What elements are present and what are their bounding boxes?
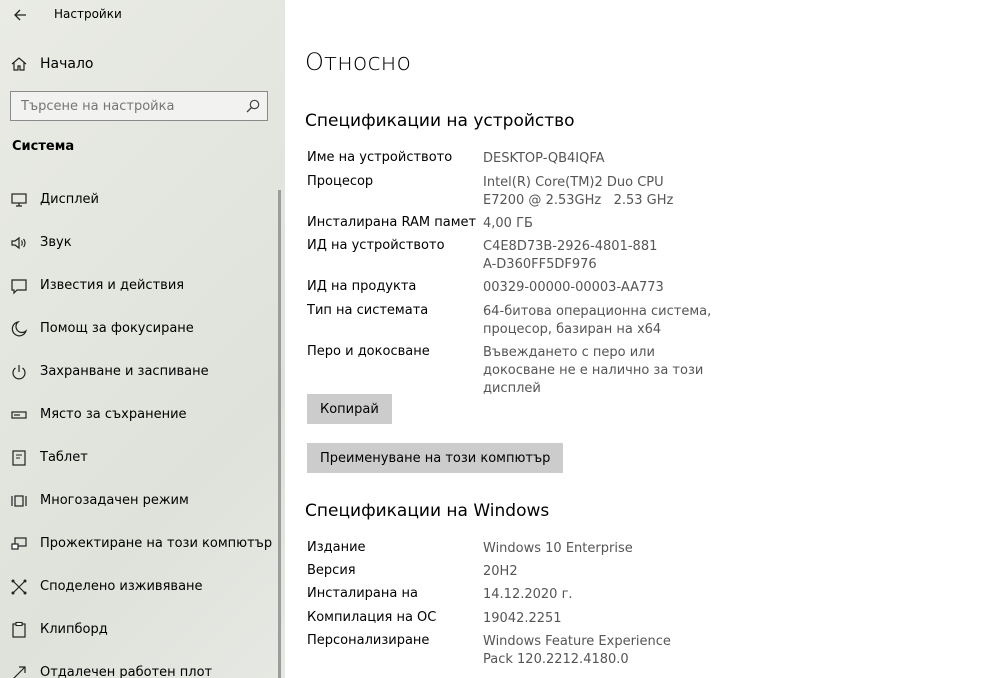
sidebar-item-label: Звук — [40, 235, 72, 250]
sidebar-item-label: Помощ за фокусиране — [40, 321, 194, 336]
spec-value: 14.12.2020 г. — [483, 587, 573, 602]
spec-value: 19042.2251 — [483, 611, 562, 626]
spec-value: Въвеждането с перо или докосване не е на… — [483, 345, 704, 396]
sidebar-item-label: Споделено изживяване — [40, 579, 203, 594]
sidebar-item-label: Клипборд — [40, 622, 108, 637]
sidebar-item-label: Известия и действия — [40, 278, 185, 293]
spec-value: Windows 10 Enterprise — [483, 541, 633, 556]
sidebar-item-label: Таблет — [40, 450, 88, 465]
sidebar-item-display[interactable]: Дисплей — [0, 178, 285, 221]
sidebar-item-label: Отдалечен работен плот — [40, 665, 213, 678]
spec-label: Перо и докосване — [307, 344, 430, 359]
sidebar-item-remote-desktop[interactable]: Отдалечен работен плот — [0, 651, 285, 678]
home-icon — [10, 55, 28, 73]
sidebar-item-shared-experiences[interactable]: Споделено изживяване — [0, 565, 285, 608]
sidebar-item-label: Многозадачен режим — [40, 493, 189, 508]
power-icon — [10, 363, 28, 381]
spec-value: C4E8D73B-2926-4801-881A-D360FF5DF976 — [483, 239, 658, 272]
spec-label: Процесор — [307, 174, 374, 189]
sidebar-scrollbar[interactable] — [278, 190, 281, 678]
moon-icon — [10, 320, 28, 338]
device-specs-heading: Спецификации на устройство — [305, 111, 575, 131]
notification-icon — [10, 277, 28, 295]
spec-label: Персонализиране — [307, 633, 430, 648]
spec-label: Инсталирана RAM памет — [307, 215, 477, 230]
tablet-icon — [10, 449, 28, 467]
sidebar-nav: Дисплей Звук Известия и действия Помощ з… — [0, 178, 285, 678]
spec-label: Версия — [307, 563, 356, 578]
spec-label: Издание — [307, 540, 366, 555]
storage-icon — [10, 406, 28, 424]
spec-value: 4,00 ГБ — [483, 216, 533, 231]
multitasking-icon — [10, 492, 28, 510]
spec-value: Intel(R) Core(TM)2 Duo CPU E7200 @ 2.53G… — [483, 175, 685, 208]
main-content: Относно Спецификации на устройство Име н… — [285, 0, 1000, 678]
app-title: Настройки — [54, 7, 122, 21]
spec-label: ИД на продукта — [307, 279, 417, 294]
spec-label: Име на устройството — [307, 150, 453, 165]
copy-button[interactable]: Копирай — [307, 394, 392, 424]
sidebar-item-label: Захранване и заспиване — [40, 364, 209, 379]
speaker-icon — [10, 234, 28, 252]
spec-value: Windows Feature Experience Pack 120.2212… — [483, 634, 671, 667]
sidebar-item-storage[interactable]: Място за съхранение — [0, 393, 285, 436]
sidebar-item-projecting[interactable]: Прожектиране на този компютър — [0, 522, 285, 565]
sidebar-item-label: Дисплей — [40, 192, 100, 207]
windows-specs-heading: Спецификации на Windows — [305, 501, 550, 521]
remote-desktop-icon — [10, 664, 28, 678]
spec-value: 20H2 — [483, 564, 518, 579]
sidebar-item-tablet[interactable]: Таблет — [0, 436, 285, 479]
sidebar-item-clipboard[interactable]: Клипборд — [0, 608, 285, 651]
sidebar-item-label: Прожектиране на този компютър — [40, 536, 273, 551]
sidebar: Настройки Начало Система Дисплей Звук Из… — [0, 0, 285, 678]
sidebar-item-sound[interactable]: Звук — [0, 221, 285, 264]
home-label: Начало — [40, 56, 94, 72]
clipboard-icon — [10, 621, 28, 639]
spec-value: 00329-00000-00003-AA773 — [483, 280, 664, 295]
shared-experience-icon — [10, 578, 28, 596]
section-title: Система — [12, 139, 75, 154]
sidebar-item-multitasking[interactable]: Многозадачен режим — [0, 479, 285, 522]
spec-label: ИД на устройството — [307, 238, 445, 253]
search-icon[interactable] — [245, 98, 261, 114]
home-button[interactable]: Начало — [10, 52, 270, 76]
sidebar-item-focus-assist[interactable]: Помощ за фокусиране — [0, 307, 285, 350]
title-bar: Настройки — [0, 0, 285, 30]
monitor-icon — [10, 191, 28, 209]
search-input[interactable] — [11, 92, 248, 120]
search-box[interactable] — [10, 91, 268, 121]
sidebar-item-label: Място за съхранение — [40, 407, 187, 422]
spec-label: Компилация на ОС — [307, 610, 437, 625]
rename-pc-button[interactable]: Преименуване на този компютър — [307, 443, 564, 473]
spec-label: Инсталирана на — [307, 586, 418, 601]
projecting-icon — [10, 535, 28, 553]
sidebar-item-power[interactable]: Захранване и заспиване — [0, 350, 285, 393]
spec-value: DESKTOP-QB4IQFA — [483, 151, 605, 166]
page-title: Относно — [305, 48, 412, 76]
back-arrow-icon[interactable] — [12, 6, 30, 24]
spec-label: Тип на системата — [307, 303, 429, 318]
sidebar-item-notifications[interactable]: Известия и действия — [0, 264, 285, 307]
spec-value: 64-битова операционна система, процесор,… — [483, 304, 712, 337]
